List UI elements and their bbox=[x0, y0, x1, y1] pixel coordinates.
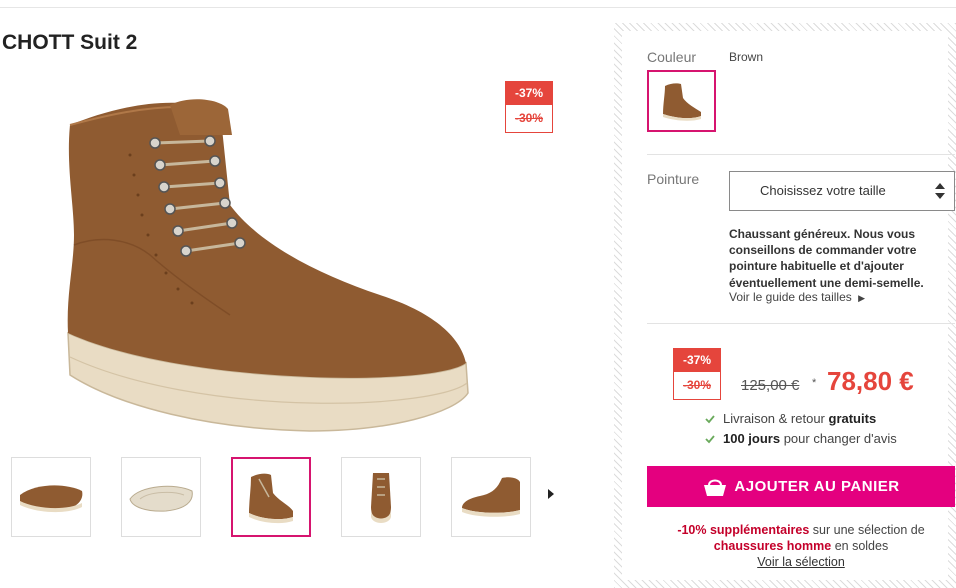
price-footnote-star: * bbox=[812, 377, 817, 389]
size-guide-link[interactable]: Voir le guide des tailles ▶ bbox=[729, 290, 865, 304]
thumbnail-5[interactable] bbox=[451, 457, 531, 537]
discount-main: -37% bbox=[506, 82, 552, 105]
promo-highlight: chaussures homme bbox=[713, 539, 832, 553]
sale-price: 78,80 € bbox=[827, 366, 914, 396]
product-brand: CHOTT bbox=[2, 31, 75, 54]
size-label: Pointure bbox=[647, 171, 700, 187]
discount-secondary: -30% bbox=[514, 111, 543, 125]
colour-value: Brown bbox=[729, 50, 764, 64]
product-model: Suit 2 bbox=[80, 31, 138, 54]
thumbnail-4[interactable] bbox=[341, 457, 421, 537]
colour-swatch-brown[interactable] bbox=[647, 70, 716, 132]
shoe-front-icon bbox=[371, 473, 391, 523]
size-guide-label: Voir le guide des tailles bbox=[729, 290, 852, 304]
feature-bold: gratuits bbox=[828, 411, 877, 426]
thumbnail-1[interactable] bbox=[11, 457, 91, 537]
promo-text: en soldes bbox=[831, 539, 889, 553]
shoe-sole-side-icon bbox=[20, 485, 83, 513]
size-select-value: Choisissez votre taille bbox=[760, 183, 886, 198]
shopping-bag-icon bbox=[704, 479, 727, 496]
feature-return-period: 100 jours pour changer d'avis bbox=[723, 431, 897, 446]
promo-message: -10% supplémentaires sur une sélection d… bbox=[647, 522, 955, 570]
shoe-main-illustration bbox=[67, 99, 469, 432]
add-to-cart-button[interactable]: AJOUTER AU PANIER bbox=[647, 466, 955, 507]
check-icon bbox=[705, 415, 715, 424]
discount-main: -37% bbox=[674, 349, 720, 372]
top-divider bbox=[0, 7, 956, 8]
shoe-side-icon bbox=[462, 477, 520, 517]
promo-link[interactable]: Voir la sélection bbox=[757, 555, 845, 569]
discount-badge: -37% -30% bbox=[505, 81, 553, 133]
thumbnail-2[interactable] bbox=[121, 457, 201, 537]
chevron-right-icon[interactable] bbox=[545, 486, 557, 502]
divider bbox=[647, 323, 955, 324]
promo-text: sur une sélection de bbox=[809, 523, 925, 537]
feature-text: Livraison & retour bbox=[723, 411, 829, 426]
discount-secondary: -30% bbox=[682, 378, 711, 392]
promo-highlight: -10% supplémentaires bbox=[677, 523, 810, 537]
check-icon bbox=[705, 435, 715, 444]
size-select[interactable]: Choisissez votre taille bbox=[729, 171, 955, 211]
divider bbox=[647, 154, 955, 155]
select-arrows-icon bbox=[935, 183, 945, 199]
fit-advice: Chaussant généreux. Nous vous conseillon… bbox=[729, 227, 924, 290]
thumbnail-3[interactable] bbox=[231, 457, 311, 537]
product-title: CHOTT Suit 2 bbox=[2, 31, 137, 55]
price-discount-badge: -37% -30% bbox=[673, 348, 721, 400]
triangle-right-icon: ▶ bbox=[858, 293, 866, 303]
feature-bold: 100 jours bbox=[723, 431, 781, 446]
shoe-swatch-icon bbox=[662, 83, 701, 121]
feature-text: pour changer d'avis bbox=[780, 431, 897, 446]
main-product-image[interactable] bbox=[60, 95, 472, 435]
colour-label: Couleur bbox=[647, 49, 697, 65]
add-to-cart-label: AJOUTER AU PANIER bbox=[734, 478, 900, 495]
shoe-sole-bottom-icon bbox=[129, 485, 193, 512]
shoe-three-quarter-icon bbox=[249, 473, 293, 524]
feature-free-shipping: Livraison & retour gratuits bbox=[723, 411, 876, 426]
old-price: 125,00 € bbox=[741, 377, 800, 394]
